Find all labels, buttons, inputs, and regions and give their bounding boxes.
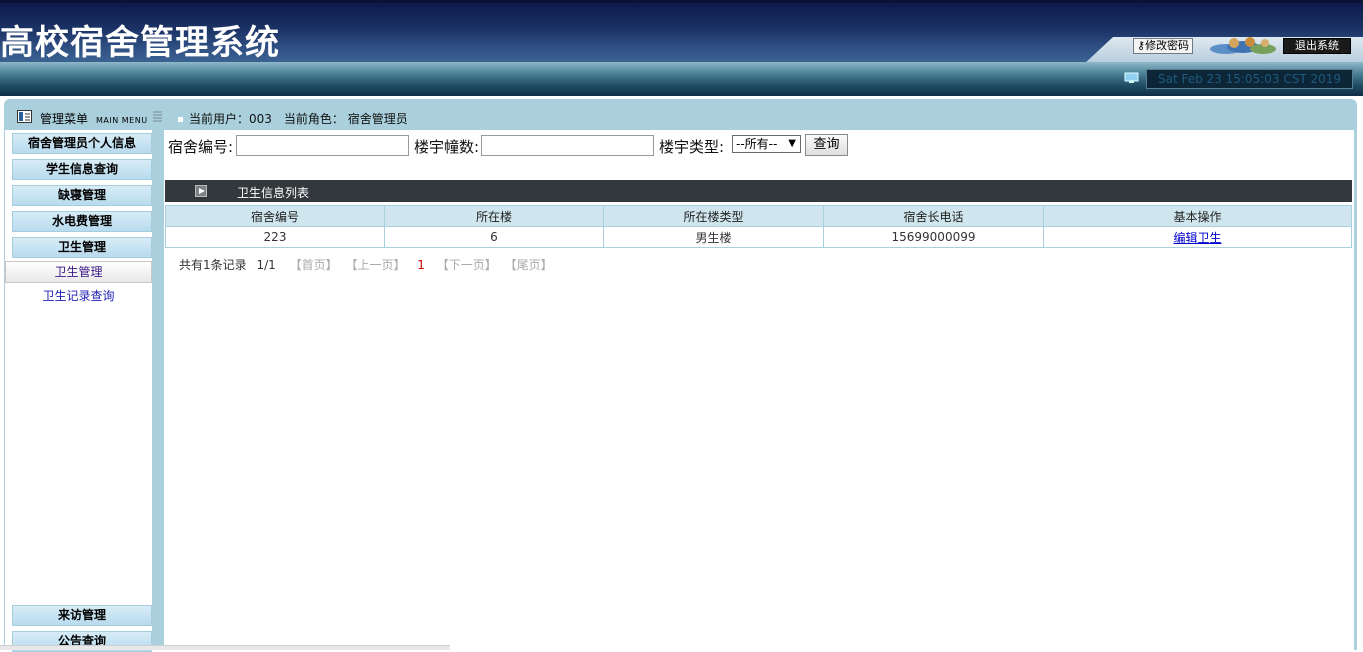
users-icon <box>1210 37 1276 54</box>
key-icon: ⚷ <box>1137 39 1146 52</box>
hygiene-table: 宿舍编号 所在楼 所在楼类型 宿舍长电话 基本操作 223 6 男生楼 1569… <box>165 205 1352 248</box>
building-label: 楼宇幢数: <box>414 138 480 156</box>
sidebar-item-absence[interactable]: 缺寝管理 <box>12 185 152 206</box>
sidebar-item-hygiene[interactable]: 卫生管理 <box>12 237 152 258</box>
table-row: 223 6 男生楼 15699000099 编辑卫生 <box>165 226 1352 248</box>
building-type-label: 楼宇类型: <box>659 138 725 156</box>
datetime-display: Sat Feb 23 15:05:03 CST 2019 <box>1146 69 1353 89</box>
sidebar <box>5 130 152 650</box>
list-header: 卫生信息列表 <box>165 180 1352 202</box>
current-page: 1 <box>417 258 425 272</box>
logout-button[interactable]: 退出系统 <box>1283 38 1351 54</box>
play-icon <box>195 185 207 197</box>
sidebar-item-student-query[interactable]: 学生信息查询 <box>12 159 152 180</box>
col-dorm-no: 宿舍编号 <box>165 205 385 227</box>
cell-building-type: 男生楼 <box>603 226 824 248</box>
menu-title: 管理菜单 MAIN MENU <box>40 112 148 126</box>
col-building-type: 所在楼类型 <box>603 205 824 227</box>
cell-actions: 编辑卫生 <box>1043 226 1352 248</box>
query-button[interactable]: 查询 <box>805 134 848 156</box>
menu-icon <box>17 110 32 123</box>
list-title: 卫生信息列表 <box>237 186 310 200</box>
prev-page-link[interactable]: 【上一页】 <box>345 258 405 272</box>
edit-hygiene-link[interactable]: 编辑卫生 <box>1173 231 1221 245</box>
cell-dorm-no: 223 <box>165 226 385 248</box>
dropdown-arrow-icon: ▼ <box>788 138 796 149</box>
total-records: 共有1条记录 <box>179 258 247 272</box>
next-page-link[interactable]: 【下一页】 <box>437 258 497 272</box>
sidebar-subitem-hygiene-records[interactable]: 卫生记录查询 <box>5 287 152 305</box>
horizontal-scrollbar[interactable] <box>0 645 450 650</box>
sidebar-item-admin-info[interactable]: 宿舍管理员个人信息 <box>12 133 152 154</box>
cell-building: 6 <box>384 226 604 248</box>
menu-collapse-icon[interactable] <box>153 110 162 122</box>
dorm-no-label: 宿舍编号: <box>168 138 234 156</box>
cell-phone: 15699000099 <box>823 226 1044 248</box>
col-actions: 基本操作 <box>1043 205 1352 227</box>
table-header-row: 宿舍编号 所在楼 所在楼类型 宿舍长电话 基本操作 <box>165 205 1352 227</box>
monitor-icon <box>1124 72 1139 83</box>
pagination: 共有1条记录 1/1 【首页】 【上一页】 1 【下一页】 【尾页】 <box>179 256 555 273</box>
sidebar-subitem-hygiene-manage[interactable]: 卫生管理 <box>5 261 152 283</box>
page-indicator: 1/1 <box>256 258 276 272</box>
bullet-icon <box>178 117 183 122</box>
col-leader-phone: 宿舍长电话 <box>823 205 1044 227</box>
last-page-link[interactable]: 【尾页】 <box>505 258 553 272</box>
col-building: 所在楼 <box>384 205 604 227</box>
dorm-no-input[interactable] <box>236 135 409 156</box>
change-password-button[interactable]: ⚷修改密码 <box>1133 38 1194 54</box>
first-page-link[interactable]: 【首页】 <box>290 258 338 272</box>
sidebar-item-utilities[interactable]: 水电费管理 <box>12 211 152 232</box>
building-input[interactable] <box>481 135 654 156</box>
app-title: 高校宿舍管理系统 <box>0 23 280 63</box>
sidebar-item-visitors[interactable]: 来访管理 <box>12 605 152 626</box>
building-type-select[interactable]: --所有-- ▼ <box>732 135 801 153</box>
current-user-info: 当前用户：003 当前角色： 宿舍管理员 <box>178 110 408 127</box>
